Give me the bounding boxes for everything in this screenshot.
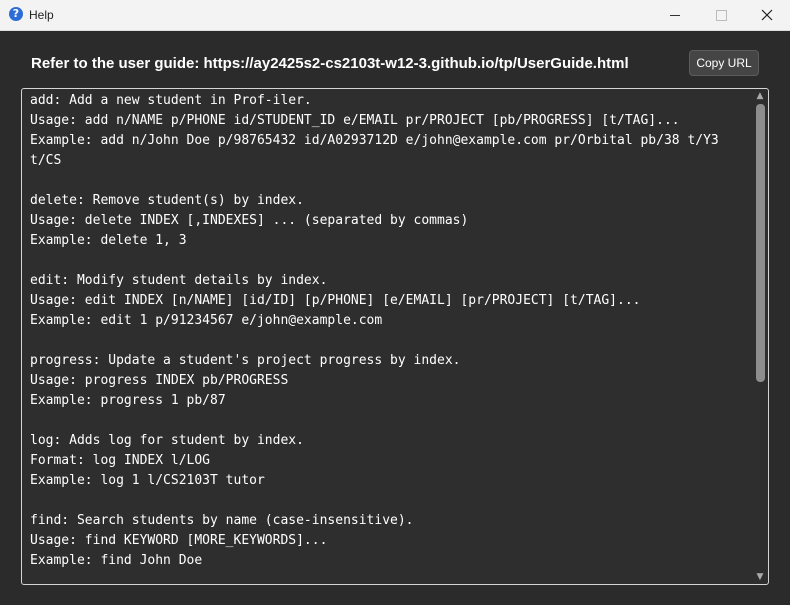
help-text-area[interactable]: add: Add a new student in Prof-iler. Usa… bbox=[21, 88, 769, 585]
copy-url-button[interactable]: Copy URL bbox=[689, 50, 759, 76]
maximize-button[interactable] bbox=[698, 0, 744, 30]
window-title: Help bbox=[29, 8, 54, 22]
user-guide-label: Refer to the user guide: https://ay2425s… bbox=[31, 55, 629, 72]
header-row: Refer to the user guide: https://ay2425s… bbox=[0, 50, 790, 78]
minimize-icon bbox=[670, 14, 680, 16]
minimize-button[interactable] bbox=[652, 0, 698, 30]
chevron-up-icon[interactable]: ▲ bbox=[753, 90, 767, 102]
maximize-icon bbox=[715, 9, 727, 21]
chevron-down-icon[interactable]: ▼ bbox=[753, 571, 767, 583]
vertical-scrollbar[interactable]: ▲ ▼ bbox=[753, 90, 767, 583]
close-icon bbox=[761, 9, 773, 21]
title-bar: ? Help bbox=[0, 0, 790, 31]
scroll-thumb[interactable] bbox=[756, 104, 765, 382]
help-icon: ? bbox=[9, 7, 23, 21]
help-content: add: Add a new student in Prof-iler. Usa… bbox=[30, 93, 719, 568]
close-button[interactable] bbox=[744, 0, 790, 30]
